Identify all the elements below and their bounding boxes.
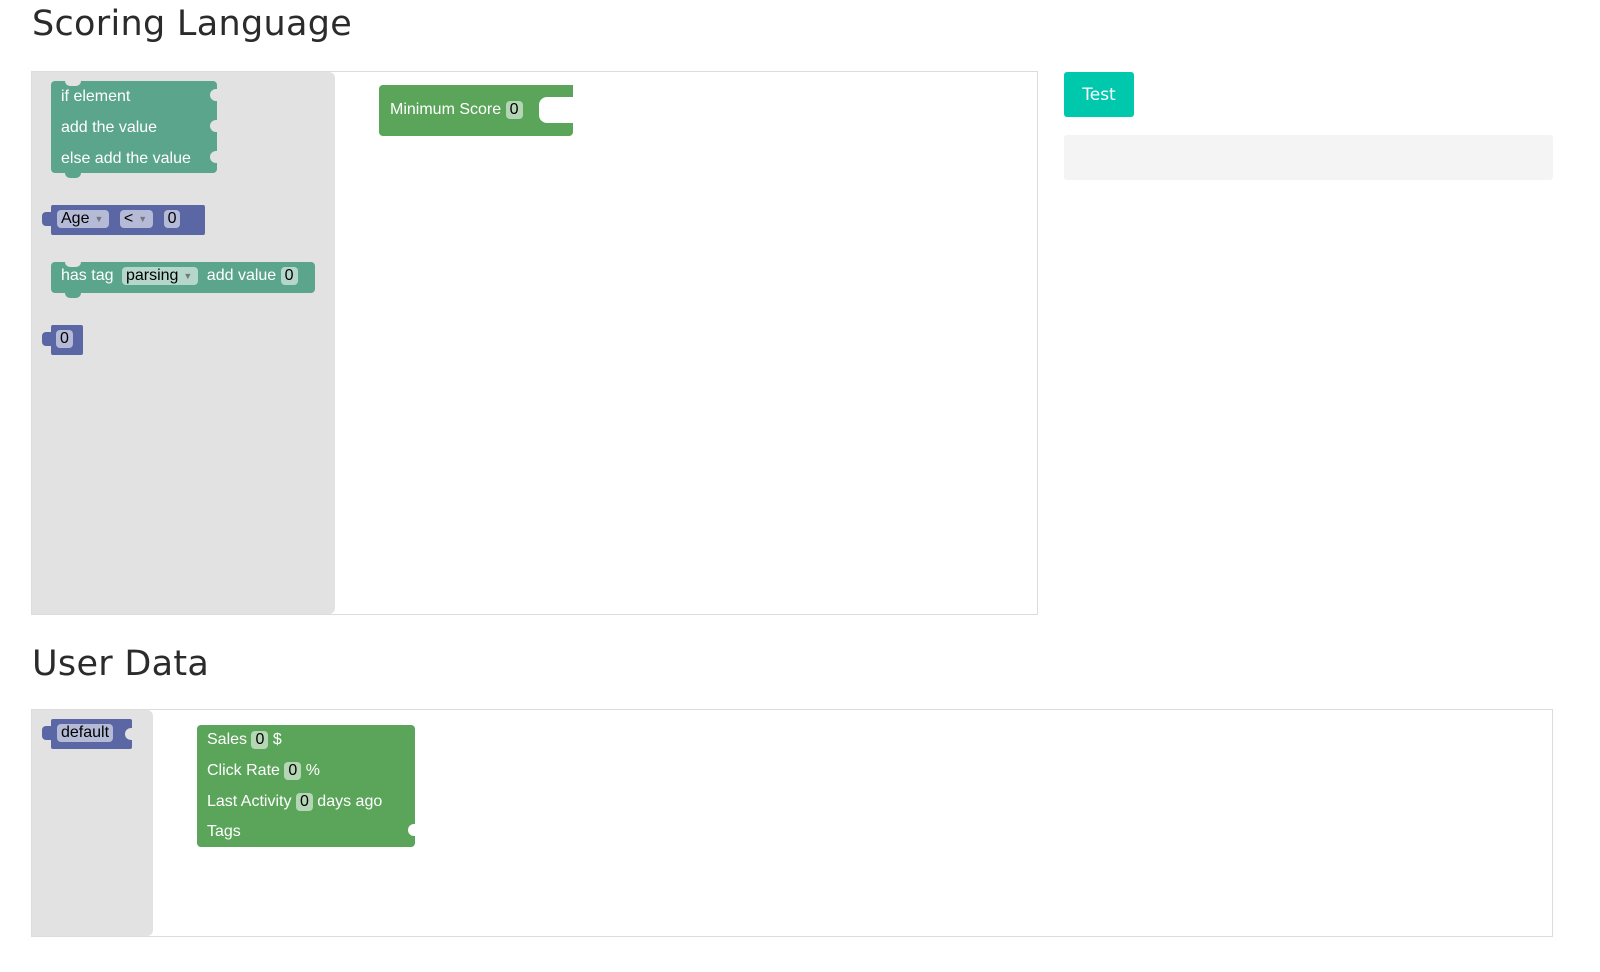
- chevron-down-icon: ▼: [138, 214, 148, 224]
- click-rate-value-field[interactable]: 0: [284, 762, 302, 780]
- compare-block[interactable]: Age ▼ < ▼ 0: [42, 205, 205, 235]
- click-rate-row: Click Rate 0 %: [207, 762, 320, 780]
- number-value-field[interactable]: 0: [56, 330, 73, 348]
- minimum-score-block[interactable]: Minimum Score 0: [379, 85, 573, 136]
- field-dropdown[interactable]: Age ▼: [57, 210, 110, 228]
- has-tag-block[interactable]: has tag parsing ▼ add value 0: [51, 262, 315, 298]
- default-tag-block[interactable]: default: [42, 719, 132, 749]
- user-data-title: User Data: [32, 644, 210, 684]
- test-button[interactable]: Test: [1064, 72, 1134, 117]
- else-add-value-label: else add the value: [61, 150, 191, 167]
- last-activity-row: Last Activity 0 days ago: [207, 793, 382, 811]
- if-element-block[interactable]: if element add the value else add the va…: [51, 81, 217, 178]
- statement-input-slot: [539, 97, 573, 123]
- minimum-score-value-field[interactable]: 0: [505, 101, 523, 119]
- user-data-workspace[interactable]: default Sales 0 $ Click Rate 0 % Last Ac…: [31, 709, 1553, 937]
- chevron-down-icon: ▼: [94, 214, 104, 224]
- input-notch: [210, 120, 217, 132]
- default-tag-field[interactable]: default: [57, 724, 114, 742]
- last-activity-unit: days ago: [317, 793, 383, 810]
- add-value-label: add value: [206, 267, 277, 284]
- sales-value-field[interactable]: 0: [251, 731, 269, 749]
- scoring-language-title: Scoring Language: [32, 4, 353, 44]
- last-activity-value-field[interactable]: 0: [295, 793, 313, 811]
- tag-value-field[interactable]: 0: [280, 267, 298, 285]
- tags-label: Tags: [207, 823, 241, 840]
- scoring-workspace[interactable]: if element add the value else add the va…: [31, 71, 1038, 615]
- add-value-label: add the value: [61, 119, 158, 136]
- minimum-score-label: Minimum Score: [390, 101, 502, 118]
- user-profile-block[interactable]: Sales 0 $ Click Rate 0 % Last Activity 0…: [197, 725, 415, 847]
- tags-input-notch: [408, 824, 415, 836]
- has-tag-label: has tag: [61, 267, 114, 284]
- if-element-label: if element: [61, 88, 131, 105]
- input-notch: [210, 151, 217, 163]
- sales-label: Sales: [207, 731, 248, 748]
- operator-dropdown[interactable]: < ▼: [119, 210, 154, 228]
- compare-value-field[interactable]: 0: [163, 210, 181, 228]
- click-rate-unit: %: [305, 762, 320, 779]
- tag-dropdown[interactable]: parsing ▼: [121, 267, 199, 285]
- sales-unit: $: [272, 731, 282, 748]
- test-result-output: [1064, 135, 1553, 180]
- last-activity-label: Last Activity: [207, 793, 292, 810]
- input-notch: [210, 89, 217, 101]
- sales-row: Sales 0 $: [207, 731, 282, 749]
- number-block[interactable]: 0: [42, 325, 83, 355]
- chevron-down-icon: ▼: [183, 271, 193, 281]
- click-rate-label: Click Rate: [207, 762, 280, 779]
- input-notch: [125, 728, 132, 740]
